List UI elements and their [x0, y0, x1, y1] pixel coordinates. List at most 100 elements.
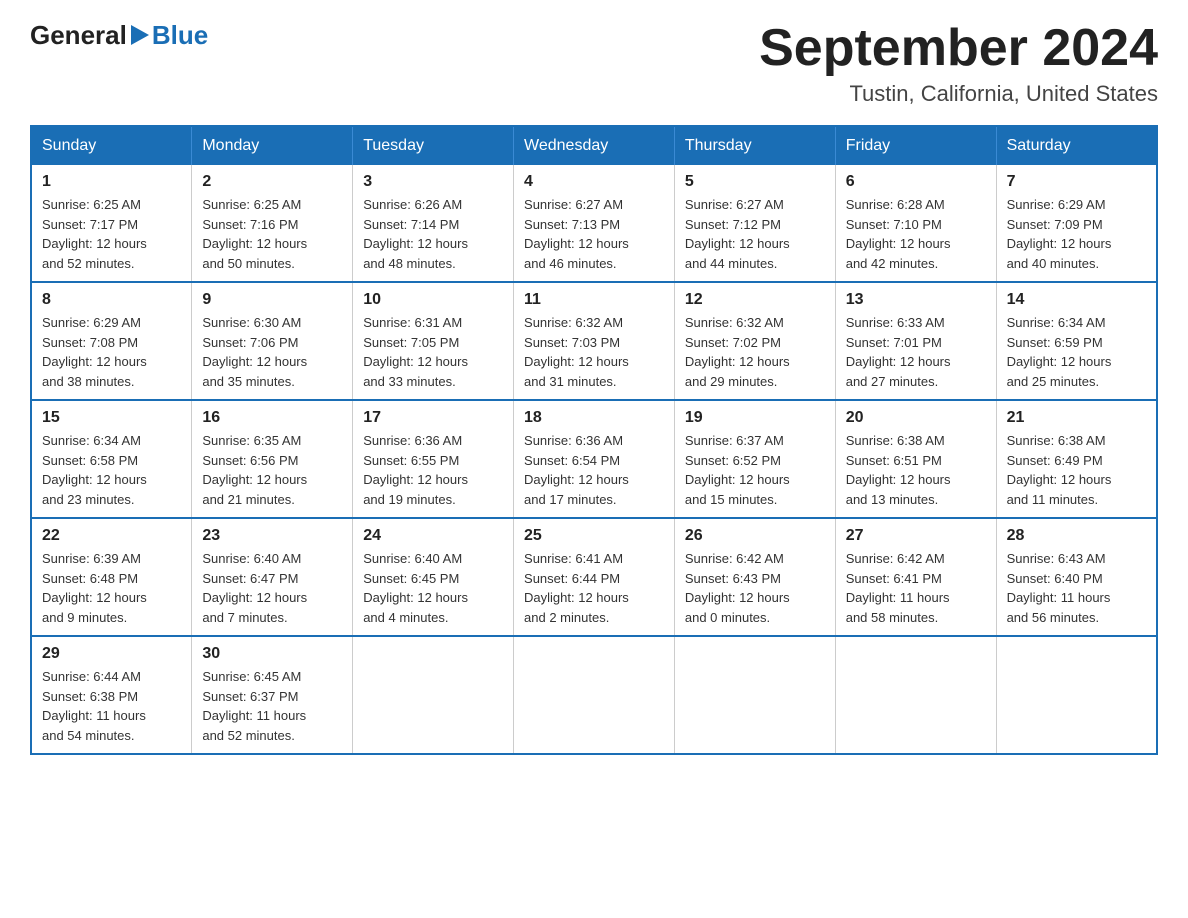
calendar-cell: 13Sunrise: 6:33 AMSunset: 7:01 PMDayligh… — [835, 282, 996, 400]
day-number: 15 — [42, 409, 181, 427]
day-info: Sunrise: 6:32 AMSunset: 7:03 PMDaylight:… — [524, 313, 664, 391]
calendar-cell: 19Sunrise: 6:37 AMSunset: 6:52 PMDayligh… — [674, 400, 835, 518]
day-info: Sunrise: 6:27 AMSunset: 7:13 PMDaylight:… — [524, 195, 664, 273]
day-number: 17 — [363, 409, 503, 427]
logo-blue-part: Blue — [127, 20, 208, 51]
calendar-title: September 2024 — [759, 20, 1158, 77]
day-info: Sunrise: 6:30 AMSunset: 7:06 PMDaylight:… — [202, 313, 342, 391]
day-of-week-header: Wednesday — [514, 126, 675, 165]
day-info: Sunrise: 6:32 AMSunset: 7:02 PMDaylight:… — [685, 313, 825, 391]
calendar-cell: 5 Sunrise: 6:27 AMSunset: 7:12 PMDaylight… — [674, 165, 835, 282]
calendar-cell — [835, 636, 996, 754]
day-number: 20 — [846, 409, 986, 427]
day-info: Sunrise: 6:35 AMSunset: 6:56 PMDaylight:… — [202, 431, 342, 509]
calendar-cell: 1Sunrise: 6:25 AMSunset: 7:17 PMDaylight… — [31, 165, 192, 282]
calendar-cell — [996, 636, 1157, 754]
day-number: 19 — [685, 409, 825, 427]
calendar-cell — [514, 636, 675, 754]
day-info: Sunrise: 6:26 AMSunset: 7:14 PMDaylight:… — [363, 195, 503, 273]
day-info: Sunrise: 6:29 AMSunset: 7:08 PMDaylight:… — [42, 313, 181, 391]
calendar-cell: 3 Sunrise: 6:26 AMSunset: 7:14 PMDaylight… — [353, 165, 514, 282]
calendar-week-row: 8 Sunrise: 6:29 AMSunset: 7:08 PMDaylight… — [31, 282, 1157, 400]
calendar-cell: 17 Sunrise: 6:36 AMSunset: 6:55 PMDayligh… — [353, 400, 514, 518]
calendar-cell: 18Sunrise: 6:36 AMSunset: 6:54 PMDayligh… — [514, 400, 675, 518]
calendar-cell: 7 Sunrise: 6:29 AMSunset: 7:09 PMDaylight… — [996, 165, 1157, 282]
logo[interactable]: General Blue — [30, 20, 208, 51]
calendar-cell — [353, 636, 514, 754]
day-number: 12 — [685, 291, 825, 309]
calendar-cell — [674, 636, 835, 754]
calendar-cell: 14Sunrise: 6:34 AMSunset: 6:59 PMDayligh… — [996, 282, 1157, 400]
logo-blue-text: Blue — [152, 20, 208, 51]
logo-triangle-icon — [131, 25, 149, 45]
day-number: 10 — [363, 291, 503, 309]
calendar-week-row: 1Sunrise: 6:25 AMSunset: 7:17 PMDaylight… — [31, 165, 1157, 282]
calendar-subtitle: Tustin, California, United States — [759, 81, 1158, 107]
calendar-cell: 23 Sunrise: 6:40 AMSunset: 6:47 PMDayligh… — [192, 518, 353, 636]
day-of-week-header: Monday — [192, 126, 353, 165]
calendar-cell: 26Sunrise: 6:42 AMSunset: 6:43 PMDayligh… — [674, 518, 835, 636]
day-info: Sunrise: 6:36 AMSunset: 6:54 PMDaylight:… — [524, 431, 664, 509]
day-info: Sunrise: 6:45 AMSunset: 6:37 PMDaylight:… — [202, 667, 342, 745]
day-of-week-header: Friday — [835, 126, 996, 165]
day-info: Sunrise: 6:29 AMSunset: 7:09 PMDaylight:… — [1007, 195, 1146, 273]
day-number: 2 — [202, 173, 342, 191]
day-info: Sunrise: 6:27 AMSunset: 7:12 PMDaylight:… — [685, 195, 825, 273]
calendar-cell: 6 Sunrise: 6:28 AMSunset: 7:10 PMDaylight… — [835, 165, 996, 282]
day-number: 29 — [42, 645, 181, 663]
day-info: Sunrise: 6:28 AMSunset: 7:10 PMDaylight:… — [846, 195, 986, 273]
calendar-cell: 12 Sunrise: 6:32 AMSunset: 7:02 PMDayligh… — [674, 282, 835, 400]
calendar-cell: 30 Sunrise: 6:45 AMSunset: 6:37 PMDayligh… — [192, 636, 353, 754]
calendar-cell: 22Sunrise: 6:39 AMSunset: 6:48 PMDayligh… — [31, 518, 192, 636]
day-of-week-header: Thursday — [674, 126, 835, 165]
calendar-cell: 9 Sunrise: 6:30 AMSunset: 7:06 PMDaylight… — [192, 282, 353, 400]
day-number: 28 — [1007, 527, 1146, 545]
logo-general-text: General — [30, 20, 127, 51]
day-number: 22 — [42, 527, 181, 545]
page-header: General Blue September 2024 Tustin, Cali… — [30, 20, 1158, 107]
day-number: 14 — [1007, 291, 1146, 309]
day-number: 7 — [1007, 173, 1146, 191]
day-info: Sunrise: 6:25 AMSunset: 7:16 PMDaylight:… — [202, 195, 342, 273]
day-info: Sunrise: 6:34 AMSunset: 6:58 PMDaylight:… — [42, 431, 181, 509]
calendar-cell: 21Sunrise: 6:38 AMSunset: 6:49 PMDayligh… — [996, 400, 1157, 518]
day-info: Sunrise: 6:41 AMSunset: 6:44 PMDaylight:… — [524, 549, 664, 627]
calendar-header-row: SundayMondayTuesdayWednesdayThursdayFrid… — [31, 126, 1157, 165]
day-info: Sunrise: 6:38 AMSunset: 6:49 PMDaylight:… — [1007, 431, 1146, 509]
calendar-cell: 10 Sunrise: 6:31 AMSunset: 7:05 PMDayligh… — [353, 282, 514, 400]
day-number: 9 — [202, 291, 342, 309]
day-number: 23 — [202, 527, 342, 545]
day-number: 30 — [202, 645, 342, 663]
day-info: Sunrise: 6:43 AMSunset: 6:40 PMDaylight:… — [1007, 549, 1146, 627]
day-number: 24 — [363, 527, 503, 545]
calendar-cell: 11 Sunrise: 6:32 AMSunset: 7:03 PMDayligh… — [514, 282, 675, 400]
day-number: 1 — [42, 173, 181, 191]
calendar-cell: 15 Sunrise: 6:34 AMSunset: 6:58 PMDayligh… — [31, 400, 192, 518]
day-number: 4 — [524, 173, 664, 191]
calendar-cell: 27Sunrise: 6:42 AMSunset: 6:41 PMDayligh… — [835, 518, 996, 636]
calendar-cell: 28 Sunrise: 6:43 AMSunset: 6:40 PMDayligh… — [996, 518, 1157, 636]
calendar-cell: 8 Sunrise: 6:29 AMSunset: 7:08 PMDaylight… — [31, 282, 192, 400]
day-number: 8 — [42, 291, 181, 309]
calendar-week-row: 29Sunrise: 6:44 AMSunset: 6:38 PMDayligh… — [31, 636, 1157, 754]
day-of-week-header: Tuesday — [353, 126, 514, 165]
day-number: 11 — [524, 291, 664, 309]
calendar-cell: 20 Sunrise: 6:38 AMSunset: 6:51 PMDayligh… — [835, 400, 996, 518]
day-info: Sunrise: 6:38 AMSunset: 6:51 PMDaylight:… — [846, 431, 986, 509]
day-number: 27 — [846, 527, 986, 545]
calendar-table: SundayMondayTuesdayWednesdayThursdayFrid… — [30, 125, 1158, 755]
day-number: 16 — [202, 409, 342, 427]
day-of-week-header: Sunday — [31, 126, 192, 165]
calendar-cell: 2 Sunrise: 6:25 AMSunset: 7:16 PMDaylight… — [192, 165, 353, 282]
day-number: 3 — [363, 173, 503, 191]
day-info: Sunrise: 6:42 AMSunset: 6:43 PMDaylight:… — [685, 549, 825, 627]
day-info: Sunrise: 6:31 AMSunset: 7:05 PMDaylight:… — [363, 313, 503, 391]
calendar-cell: 16 Sunrise: 6:35 AMSunset: 6:56 PMDayligh… — [192, 400, 353, 518]
day-info: Sunrise: 6:40 AMSunset: 6:47 PMDaylight:… — [202, 549, 342, 627]
calendar-cell: 29Sunrise: 6:44 AMSunset: 6:38 PMDayligh… — [31, 636, 192, 754]
day-info: Sunrise: 6:36 AMSunset: 6:55 PMDaylight:… — [363, 431, 503, 509]
day-number: 6 — [846, 173, 986, 191]
calendar-cell: 25Sunrise: 6:41 AMSunset: 6:44 PMDayligh… — [514, 518, 675, 636]
day-number: 5 — [685, 173, 825, 191]
day-number: 13 — [846, 291, 986, 309]
